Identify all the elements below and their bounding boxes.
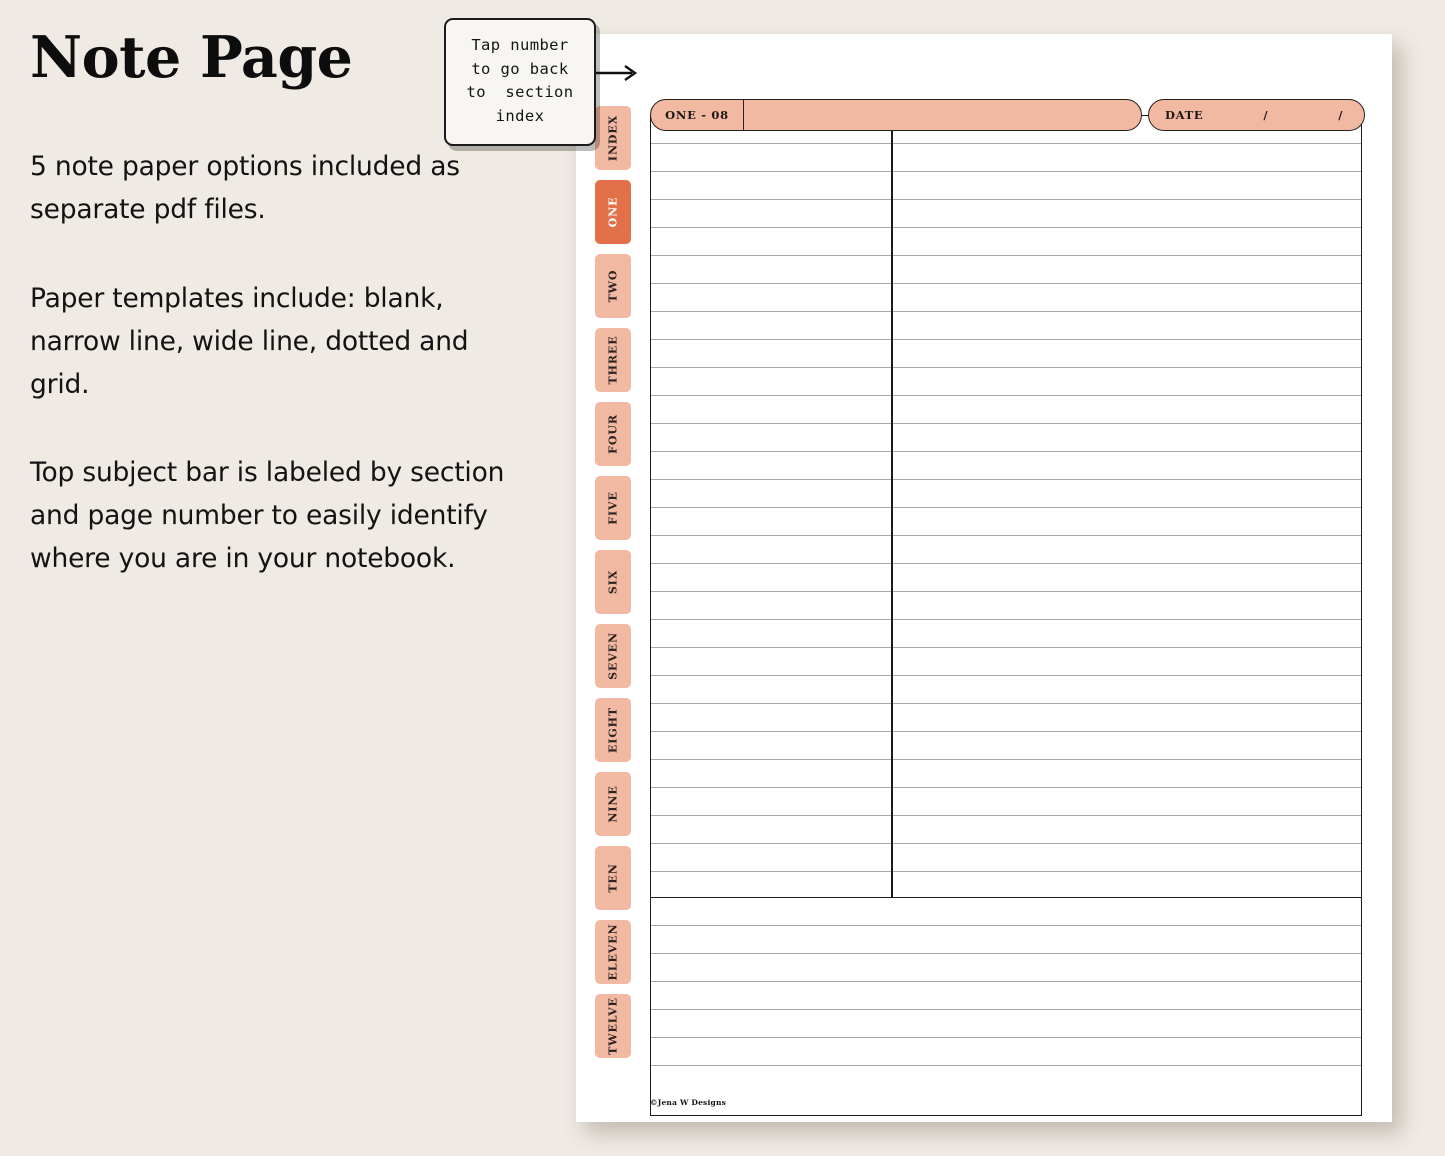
note-line[interactable] <box>651 256 1361 284</box>
note-line[interactable] <box>651 424 1361 452</box>
section-tab-eight[interactable]: Eight <box>595 698 631 762</box>
callout-tooltip: Tap number to go back to section index <box>444 18 596 147</box>
note-line[interactable] <box>651 396 1361 424</box>
note-line[interactable] <box>651 172 1361 200</box>
note-line[interactable] <box>651 144 1361 172</box>
note-line[interactable] <box>651 312 1361 340</box>
note-line[interactable] <box>651 452 1361 480</box>
section-tab-label: Twelve <box>606 997 620 1055</box>
note-line[interactable] <box>651 564 1361 592</box>
note-line[interactable] <box>651 368 1361 396</box>
section-tab-index[interactable]: Index <box>595 106 631 170</box>
notebook-page: ONE - 08 DATE / / ©Jena W Designs <box>576 34 1392 1122</box>
section-tab-label: Ten <box>606 863 620 893</box>
note-line[interactable] <box>651 1010 1361 1038</box>
section-tab-label: Index <box>606 114 620 162</box>
note-line[interactable] <box>651 816 1361 844</box>
note-bottom-section[interactable] <box>651 898 1361 1094</box>
note-line[interactable] <box>651 508 1361 536</box>
section-tab-label: Two <box>606 269 620 303</box>
section-tab-three[interactable]: Three <box>595 328 631 392</box>
callout-line-4: index <box>495 106 545 125</box>
section-tab-label: Seven <box>606 632 620 680</box>
note-ruled-area[interactable] <box>650 115 1362 1116</box>
column-divider <box>891 116 893 897</box>
note-line[interactable] <box>651 200 1361 228</box>
section-tab-seven[interactable]: Seven <box>595 624 631 688</box>
note-line[interactable] <box>651 872 1361 900</box>
section-tab-twelve[interactable]: Twelve <box>595 994 631 1058</box>
section-tab-label: Five <box>606 491 620 525</box>
note-line[interactable] <box>651 592 1361 620</box>
section-tab-label: Nine <box>606 785 620 823</box>
note-line[interactable] <box>651 648 1361 676</box>
section-tab-nine[interactable]: Nine <box>595 772 631 836</box>
note-line[interactable] <box>651 954 1361 982</box>
section-tab-rail: Index One Two Three Four Five Six Seven Eight Nin… <box>595 106 631 1068</box>
credit-text: ©Jena W Designs <box>650 1098 727 1107</box>
section-tab-label: Eleven <box>606 923 620 981</box>
note-line[interactable] <box>651 284 1361 312</box>
arrow-right-icon <box>596 65 638 81</box>
section-tab-label: Three <box>606 335 620 385</box>
callout-line-3: to section <box>466 83 574 102</box>
note-line[interactable] <box>651 982 1361 1010</box>
note-top-section[interactable] <box>651 116 1361 898</box>
section-tab-one[interactable]: One <box>595 180 631 244</box>
note-line[interactable] <box>651 228 1361 256</box>
note-line[interactable] <box>651 1038 1361 1066</box>
section-tab-ten[interactable]: Ten <box>595 846 631 910</box>
note-line[interactable] <box>651 704 1361 732</box>
section-tab-label: Eight <box>606 706 620 754</box>
date-field[interactable]: DATE / / <box>1148 99 1365 131</box>
description-paragraph-1: 5 note paper options included as separat… <box>30 150 460 225</box>
callout-line-1: Tap number <box>471 36 569 54</box>
note-line[interactable] <box>651 898 1361 926</box>
section-tab-four[interactable]: Four <box>595 402 631 466</box>
date-label: DATE <box>1165 108 1204 122</box>
section-tab-label: Six <box>606 569 620 595</box>
section-tab-eleven[interactable]: Eleven <box>595 920 631 984</box>
note-line[interactable] <box>651 844 1361 872</box>
date-slash-1: / <box>1263 108 1269 122</box>
section-tab-five[interactable]: Five <box>595 476 631 540</box>
note-line[interactable] <box>651 788 1361 816</box>
description-paragraph-2: Paper templates include: blank, narrow l… <box>30 282 469 400</box>
note-line[interactable] <box>651 340 1361 368</box>
note-line[interactable] <box>651 732 1361 760</box>
note-line[interactable] <box>651 536 1361 564</box>
subject-code-label[interactable]: ONE - 08 <box>651 100 744 130</box>
note-line[interactable] <box>651 1066 1361 1094</box>
description-paragraph-3: Top subject bar is labeled by section an… <box>30 457 505 575</box>
subject-bar[interactable]: ONE - 08 <box>650 99 1142 131</box>
note-line[interactable] <box>651 480 1361 508</box>
section-tab-label: Four <box>606 414 620 454</box>
note-line[interactable] <box>651 760 1361 788</box>
section-tab-two[interactable]: Two <box>595 254 631 318</box>
section-tab-label: One <box>606 196 620 228</box>
note-line[interactable] <box>651 676 1361 704</box>
callout-line-2: to go back <box>471 59 569 78</box>
date-slash-2: / <box>1338 108 1344 122</box>
section-tab-six[interactable]: Six <box>595 550 631 614</box>
note-line[interactable] <box>651 620 1361 648</box>
note-line[interactable] <box>651 926 1361 954</box>
